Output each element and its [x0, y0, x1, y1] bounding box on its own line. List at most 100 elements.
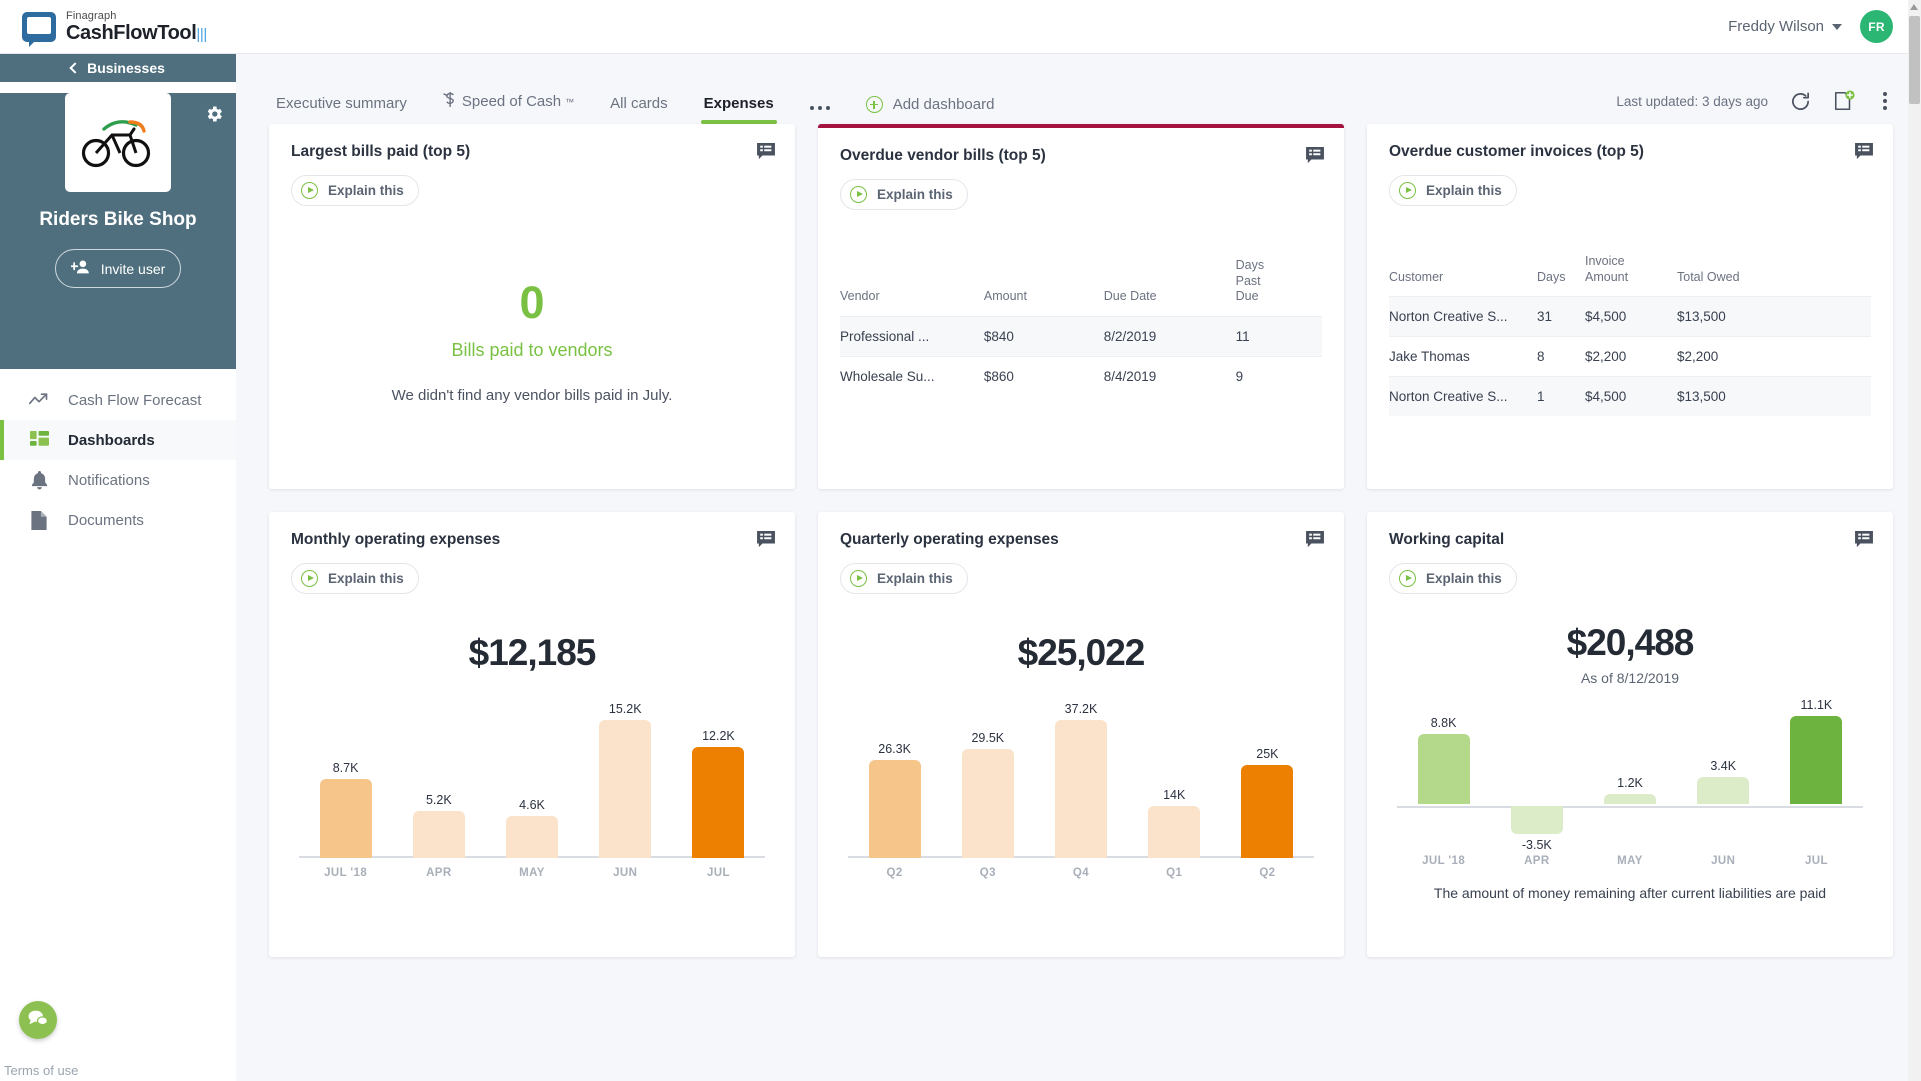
bar[interactable] — [1790, 716, 1843, 805]
add-card-icon[interactable] — [1833, 90, 1855, 112]
bar-column[interactable]: 8.8K — [1397, 696, 1490, 851]
sidebar-item-documents[interactable]: Documents — [0, 500, 236, 540]
tab-expenses[interactable]: Expenses — [700, 95, 777, 124]
terms-of-use-link[interactable]: Terms of use — [4, 1063, 78, 1078]
table-row[interactable]: Norton Creative S... 1 $4,500 $13,500 — [1389, 376, 1871, 417]
sidebar-item-label: Notifications — [68, 471, 150, 489]
empty-state: 0 Bills paid to vendors We didn't find a… — [291, 280, 773, 404]
card-title: Working capital — [1389, 531, 1505, 548]
table-row[interactable]: Professional ... $840 8/2/2019 11 — [840, 316, 1322, 357]
bar-column[interactable]: 29.5K — [941, 688, 1034, 858]
explain-this-button[interactable]: Explain this — [291, 175, 419, 206]
table-row[interactable]: Norton Creative S... 31 $4,500 $13,500 — [1389, 296, 1871, 337]
bar[interactable] — [1604, 794, 1656, 805]
tab-executive-summary[interactable]: Executive summary — [276, 95, 407, 124]
tab-all-cards[interactable]: All cards — [610, 95, 668, 124]
as-of-date: As of 8/12/2019 — [1580, 670, 1680, 686]
scroll-up-arrow-icon[interactable] — [1910, 4, 1918, 10]
card-legend-icon[interactable] — [1855, 143, 1873, 165]
user-menu-label[interactable]: Freddy Wilson — [1728, 18, 1824, 35]
cell-customer: Norton Creative S... — [1389, 309, 1508, 325]
explain-this-button[interactable]: Explain this — [840, 563, 968, 594]
bar-column[interactable]: -3.5K — [1490, 696, 1583, 852]
gear-icon[interactable] — [204, 104, 224, 124]
explain-this-button[interactable]: Explain this — [840, 179, 968, 210]
bar[interactable] — [1241, 765, 1294, 858]
card-legend-icon[interactable] — [757, 531, 775, 553]
sidebar-item-dashboards[interactable]: Dashboards — [0, 420, 236, 460]
column-header: Customer — [1389, 269, 1444, 284]
bar-column[interactable]: 26.3K — [848, 688, 941, 858]
bar[interactable] — [692, 747, 745, 858]
bar-column[interactable]: 4.6K — [485, 688, 578, 858]
bar-value-label: 4.6K — [519, 798, 545, 812]
bar-column[interactable]: 14K — [1128, 688, 1221, 858]
chevron-left-icon — [69, 62, 81, 74]
column-header: Vendor — [840, 289, 880, 304]
chevron-down-icon[interactable] — [1832, 23, 1842, 30]
explain-this-button[interactable]: Explain this — [1389, 175, 1517, 206]
bar[interactable] — [1697, 777, 1750, 805]
bar-column[interactable]: 5.2K — [392, 688, 485, 858]
table-row[interactable]: Jake Thomas 8 $2,200 $2,200 — [1389, 336, 1871, 377]
table-header-row: Customer Days Invoice Amount Total Owed — [1389, 254, 1871, 297]
bar-value-label: 1.2K — [1617, 776, 1643, 791]
refresh-icon[interactable] — [1790, 91, 1811, 112]
bar[interactable] — [412, 811, 465, 858]
bar[interactable] — [599, 720, 652, 858]
bar-value-label: 12.2K — [702, 729, 735, 743]
bar-column[interactable]: 15.2K — [579, 688, 672, 858]
bar-column[interactable]: 25K — [1221, 688, 1314, 858]
bar[interactable] — [1510, 806, 1563, 835]
column-header: Invoice Amount — [1585, 254, 1629, 284]
tab-speed-of-cash[interactable]: Speed of Cash ™ — [443, 91, 574, 124]
scrollbar-thumb[interactable] — [1909, 16, 1920, 104]
add-user-icon — [69, 259, 90, 278]
bar-column[interactable]: 37.2K — [1034, 688, 1127, 858]
card-legend-icon[interactable] — [1855, 531, 1873, 553]
column-header: Days Past Due — [1235, 258, 1265, 304]
explain-this-button[interactable]: Explain this — [1389, 563, 1517, 594]
bar-column[interactable]: 8.7K — [299, 688, 392, 858]
bar[interactable] — [961, 749, 1014, 858]
bar[interactable] — [319, 779, 372, 858]
cell-amount: $840 — [983, 328, 1014, 344]
invite-user-button[interactable]: Invite user — [55, 249, 181, 288]
more-tabs-button[interactable] — [809, 106, 830, 124]
bar[interactable] — [1055, 720, 1107, 858]
add-dashboard-button[interactable]: Add dashboard — [865, 96, 994, 124]
avatar[interactable]: FR — [1860, 10, 1893, 43]
sidebar-item-notifications[interactable]: Notifications — [0, 460, 236, 500]
x-axis-label: APR — [1524, 855, 1550, 867]
tab-label: Expenses — [703, 95, 774, 112]
businesses-back-button[interactable]: Businesses — [0, 54, 236, 82]
bar-column[interactable]: 1.2K — [1583, 696, 1676, 851]
table-row[interactable]: Wholesale Su... $860 8/4/2019 9 — [840, 356, 1322, 396]
explain-this-label: Explain this — [328, 571, 404, 586]
card-legend-icon[interactable] — [1306, 531, 1324, 553]
card-legend-icon[interactable] — [757, 143, 775, 165]
bar-column[interactable]: 11.1K — [1770, 696, 1863, 851]
app-logo[interactable]: Finagraph CashFlowTool||| — [22, 10, 207, 47]
card-legend-icon[interactable] — [1306, 147, 1324, 169]
more-vertical-icon[interactable] — [1877, 90, 1893, 112]
page-scrollbar[interactable] — [1908, 0, 1921, 1081]
empty-state-label: Bills paid to vendors — [451, 340, 613, 360]
card-overdue-vendor-bills: Overdue vendor bills (top 5) Explain thi… — [818, 124, 1344, 489]
chat-support-button[interactable] — [19, 1001, 57, 1039]
bar[interactable] — [1417, 734, 1470, 805]
bar-column[interactable]: 3.4K — [1677, 696, 1770, 851]
bar[interactable] — [506, 816, 558, 858]
sidebar-item-label: Documents — [68, 511, 144, 529]
bar[interactable] — [1148, 806, 1201, 858]
bar[interactable] — [868, 760, 921, 858]
cell-vendor: Wholesale Su... — [840, 368, 935, 384]
card-title: Overdue customer invoices (top 5) — [1389, 143, 1644, 160]
sidebar-item-cash-flow-forecast[interactable]: Cash Flow Forecast — [0, 380, 236, 420]
cell-amount: $860 — [983, 368, 1014, 384]
explain-this-button[interactable]: Explain this — [291, 563, 419, 594]
x-axis-label: JUL '18 — [324, 867, 368, 879]
bar-column[interactable]: 12.2K — [672, 688, 765, 858]
bar-value-label: 11.1K — [1800, 698, 1833, 713]
sidebar-nav: Cash Flow Forecast Dashboards Notificati… — [0, 369, 236, 540]
